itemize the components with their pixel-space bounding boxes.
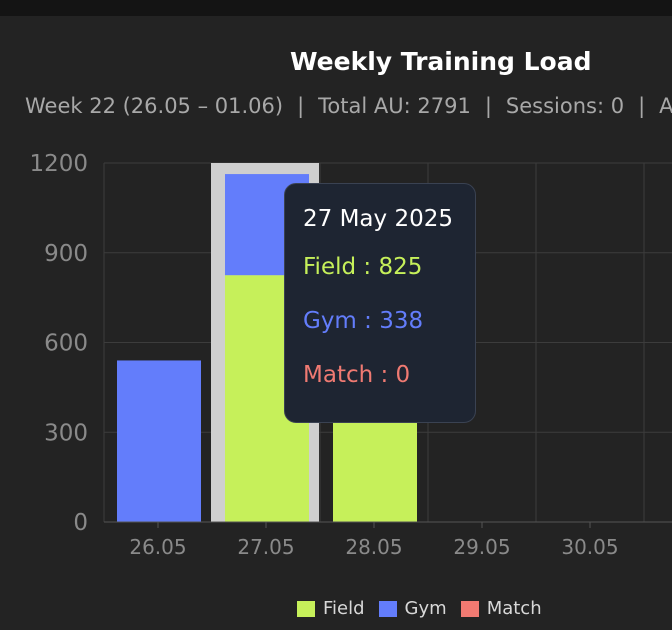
y-tick-label: 300 [44,420,88,446]
y-tick-label: 600 [44,331,88,357]
legend-label-gym: Gym [404,598,447,619]
chart-legend: Field Gym Match [297,598,556,619]
legend-item-match[interactable]: Match [460,598,542,619]
y-tick-label: 1200 [29,151,88,177]
y-tick-label: 900 [44,241,88,267]
x-tick-label: 29.05 [453,535,510,559]
legend-label-field: Field [323,598,365,619]
legend-swatch-gym [378,600,397,617]
legend-item-field[interactable]: Field [297,598,365,619]
bar-gym-26.05 [117,360,201,522]
legend-swatch-match [460,600,479,617]
tooltip-match-value: Match : 0 [303,362,411,388]
x-tick-label: 26.05 [129,535,186,559]
tooltip-gym-value: Gym : 338 [303,308,424,334]
x-tick-label: 28.05 [345,535,402,559]
x-tick-label: 27.05 [237,535,294,559]
legend-swatch-field [297,600,315,617]
y-tick-label: 0 [73,510,88,536]
tooltip-field-value: Field : 825 [303,254,423,280]
bar-tooltip: 27 May 2025 Field : 825 Gym : 338 Match … [284,183,476,423]
legend-item-gym[interactable]: Gym [378,598,447,619]
legend-label-match: Match [486,598,542,619]
x-tick-label: 30.05 [561,535,618,559]
tooltip-date: 27 May 2025 [303,206,453,232]
